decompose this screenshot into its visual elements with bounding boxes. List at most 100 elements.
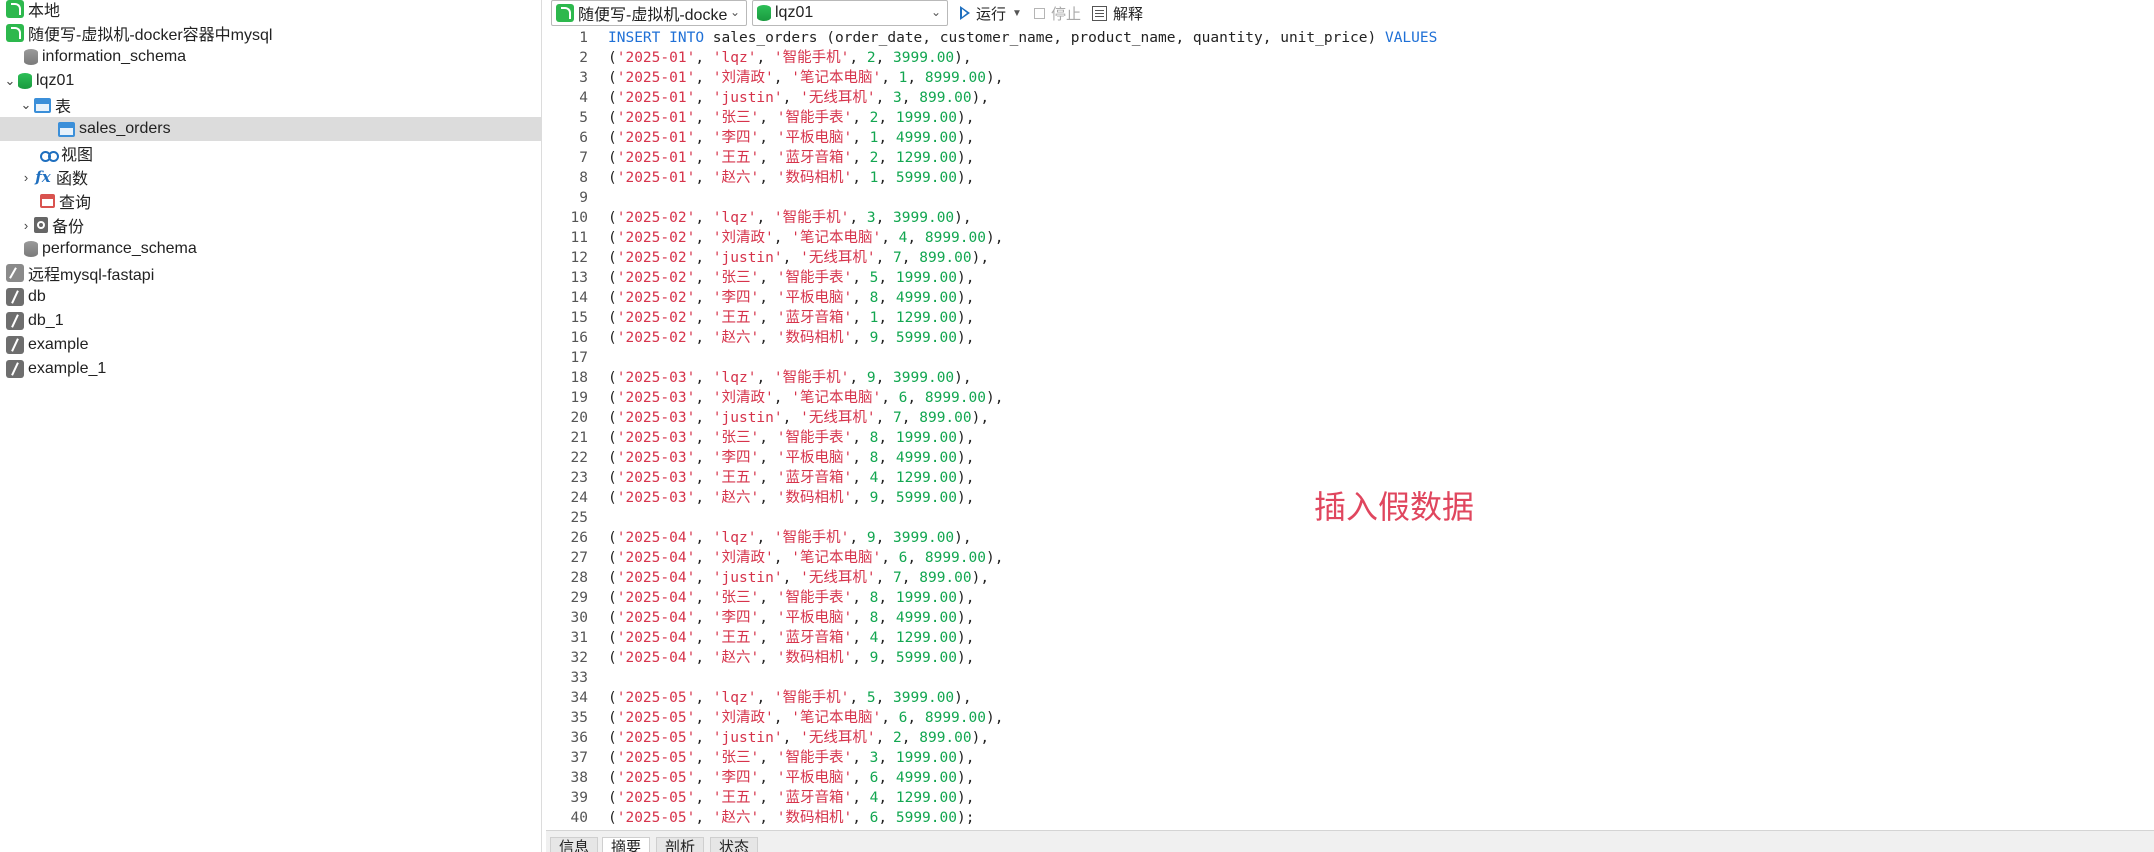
line-number: 39 — [570, 790, 588, 806]
line-number: 36 — [570, 730, 588, 746]
chevron-right-icon[interactable]: › — [18, 170, 34, 185]
table-icon — [58, 121, 75, 137]
line-number: 31 — [570, 630, 588, 646]
code-text: ('2025-01', 'lqz', '智能手机', 2, 3999.00), — [608, 50, 972, 66]
line-number: 32 — [570, 650, 588, 666]
tree-item-label: lqz01 — [36, 72, 75, 89]
code-text: ('2025-05', 'justin', '无线耳机', 2, 899.00)… — [608, 730, 990, 746]
database-icon — [24, 241, 38, 257]
code-text: ('2025-05', '李四', '平板电脑', 6, 4999.00), — [608, 770, 975, 786]
stop-button[interactable]: 停止 — [1034, 0, 1081, 26]
code-text: ('2025-02', '王五', '蓝牙音箱', 1, 1299.00), — [608, 310, 975, 326]
code-text: ('2025-04', 'justin', '无线耳机', 7, 899.00)… — [608, 570, 990, 586]
line-number: 23 — [570, 470, 588, 486]
line-number: 37 — [570, 750, 588, 766]
line-number: 24 — [570, 490, 588, 506]
tree-item-label: performance_schema — [42, 240, 197, 257]
tab-profile[interactable]: 剖析 — [656, 837, 705, 852]
chevron-down-icon[interactable]: ⌄ — [2, 73, 18, 89]
line-number: 17 — [570, 350, 588, 366]
code-text: ('2025-04', '张三', '智能手表', 8, 1999.00), — [608, 590, 975, 606]
code-text: INSERT INTO sales_orders (order_date, cu… — [608, 30, 1438, 46]
run-button[interactable]: 运行 ▼ — [960, 0, 1022, 26]
line-number: 11 — [570, 230, 588, 246]
line-number: 26 — [570, 530, 588, 546]
tree-item-label: db — [28, 288, 46, 305]
code-text: ('2025-03', '刘清政', '笔记本电脑', 6, 8999.00), — [608, 390, 1004, 406]
database-open-icon — [18, 73, 32, 89]
chevron-down-icon[interactable]: ⌄ — [18, 97, 34, 113]
tree-item-example-1[interactable]: example_1 — [0, 357, 541, 381]
code-text: ('2025-01', '刘清政', '笔记本电脑', 1, 8999.00), — [608, 70, 1004, 86]
connection-gray-icon — [6, 360, 24, 378]
sql-editor[interactable]: 1 INSERT INTO sales_orders (order_date, c… — [546, 30, 2154, 830]
tree-item-functions[interactable]: › fx 函数 — [0, 165, 541, 189]
tree-item-example[interactable]: example — [0, 333, 541, 357]
line-number: 2 — [579, 50, 588, 66]
tree-item-db-1[interactable]: db_1 — [0, 309, 541, 333]
line-number: 27 — [570, 550, 588, 566]
code-text: ('2025-04', '李四', '平板电脑', 8, 4999.00), — [608, 610, 975, 626]
tab-info[interactable]: 信息 — [550, 837, 599, 852]
connection-select[interactable]: 随便写-虚拟机-docke ⌄ — [551, 0, 747, 26]
run-button-label: 运行 — [976, 5, 1007, 23]
tree-item-label: example_1 — [28, 360, 107, 377]
database-icon — [24, 49, 38, 65]
code-text: ('2025-05', '赵六', '数码相机', 6, 5999.00); — [608, 810, 975, 826]
code-text: ('2025-01', '李四', '平板电脑', 1, 4999.00), — [608, 130, 975, 146]
code-text: ('2025-05', 'lqz', '智能手机', 5, 3999.00), — [608, 690, 972, 706]
line-number: 13 — [570, 270, 588, 286]
line-number: 25 — [570, 510, 588, 526]
tree-item-lqz01[interactable]: ⌄ lqz01 — [0, 69, 541, 93]
code-text: ('2025-02', '李四', '平板电脑', 8, 4999.00), — [608, 290, 975, 306]
line-number: 40 — [570, 810, 588, 826]
navigator-sidebar: 本地 随便写-虚拟机-docker容器中mysql information_sc… — [0, 0, 542, 852]
line-number: 21 — [570, 430, 588, 446]
line-number: 12 — [570, 250, 588, 266]
tab-summary[interactable]: 摘要 — [602, 837, 651, 852]
explain-button[interactable]: 解释 — [1092, 0, 1143, 26]
tree-item-sales-orders[interactable]: sales_orders — [0, 117, 541, 141]
tree-item-performance-schema[interactable]: performance_schema — [0, 237, 541, 261]
tree-item-label: information_schema — [42, 48, 187, 65]
tree-item-label: sales_orders — [79, 120, 171, 137]
code-text: ('2025-02', '张三', '智能手表', 5, 1999.00), — [608, 270, 975, 286]
line-number: 35 — [570, 710, 588, 726]
line-number: 28 — [570, 570, 588, 586]
line-number: 14 — [570, 290, 588, 306]
line-number: 20 — [570, 410, 588, 426]
code-text: ('2025-04', '王五', '蓝牙音箱', 4, 1299.00), — [608, 630, 975, 646]
line-number: 34 — [570, 690, 588, 706]
tree-item-remote-mysql-fastapi[interactable]: 远程mysql-fastapi — [0, 261, 541, 285]
line-number: 15 — [570, 310, 588, 326]
tree-item-queries[interactable]: 查询 — [0, 189, 541, 213]
tab-status[interactable]: 状态 — [710, 837, 759, 852]
explain-button-label: 解释 — [1113, 5, 1144, 23]
tree-item-label: 备份 — [52, 219, 85, 236]
database-select[interactable]: lqz01 ⌄ — [752, 0, 948, 26]
code-text: ('2025-03', '赵六', '数码相机', 9, 5999.00), — [608, 490, 975, 506]
tree-item-tables-folder[interactable]: ⌄ 表 — [0, 93, 541, 117]
code-text: ('2025-05', '刘清政', '笔记本电脑', 6, 8999.00), — [608, 710, 1004, 726]
tree-item-local-connection[interactable]: 本地 — [0, 0, 541, 21]
connection-gray-icon — [6, 264, 24, 282]
code-text: ('2025-01', '张三', '智能手表', 2, 1999.00), — [608, 110, 975, 126]
tree-item-backups[interactable]: › 备份 — [0, 213, 541, 237]
code-text: ('2025-01', '王五', '蓝牙音箱', 2, 1299.00), — [608, 150, 975, 166]
stop-button-label: 停止 — [1051, 5, 1082, 23]
chevron-right-icon[interactable]: › — [18, 218, 34, 233]
tree-item-label: 本地 — [28, 3, 61, 20]
code-text: ('2025-04', 'lqz', '智能手机', 9, 3999.00), — [608, 530, 972, 546]
bottom-tab-bar: 信息 摘要 剖析 状态 — [546, 830, 2154, 852]
tree-item-db[interactable]: db — [0, 285, 541, 309]
connection-green-icon — [6, 24, 24, 42]
code-text: ('2025-01', '赵六', '数码相机', 1, 5999.00), — [608, 170, 975, 186]
tree-item-information-schema[interactable]: information_schema — [0, 45, 541, 69]
caret-down-icon[interactable]: ▼ — [1012, 8, 1022, 19]
database-select-value: lqz01 — [775, 4, 814, 21]
line-number: 16 — [570, 330, 588, 346]
tree-item-views[interactable]: 视图 — [0, 141, 541, 165]
backup-icon — [34, 217, 48, 233]
tree-item-label: 表 — [55, 99, 72, 116]
tree-item-docker-connection[interactable]: 随便写-虚拟机-docker容器中mysql — [0, 21, 541, 45]
